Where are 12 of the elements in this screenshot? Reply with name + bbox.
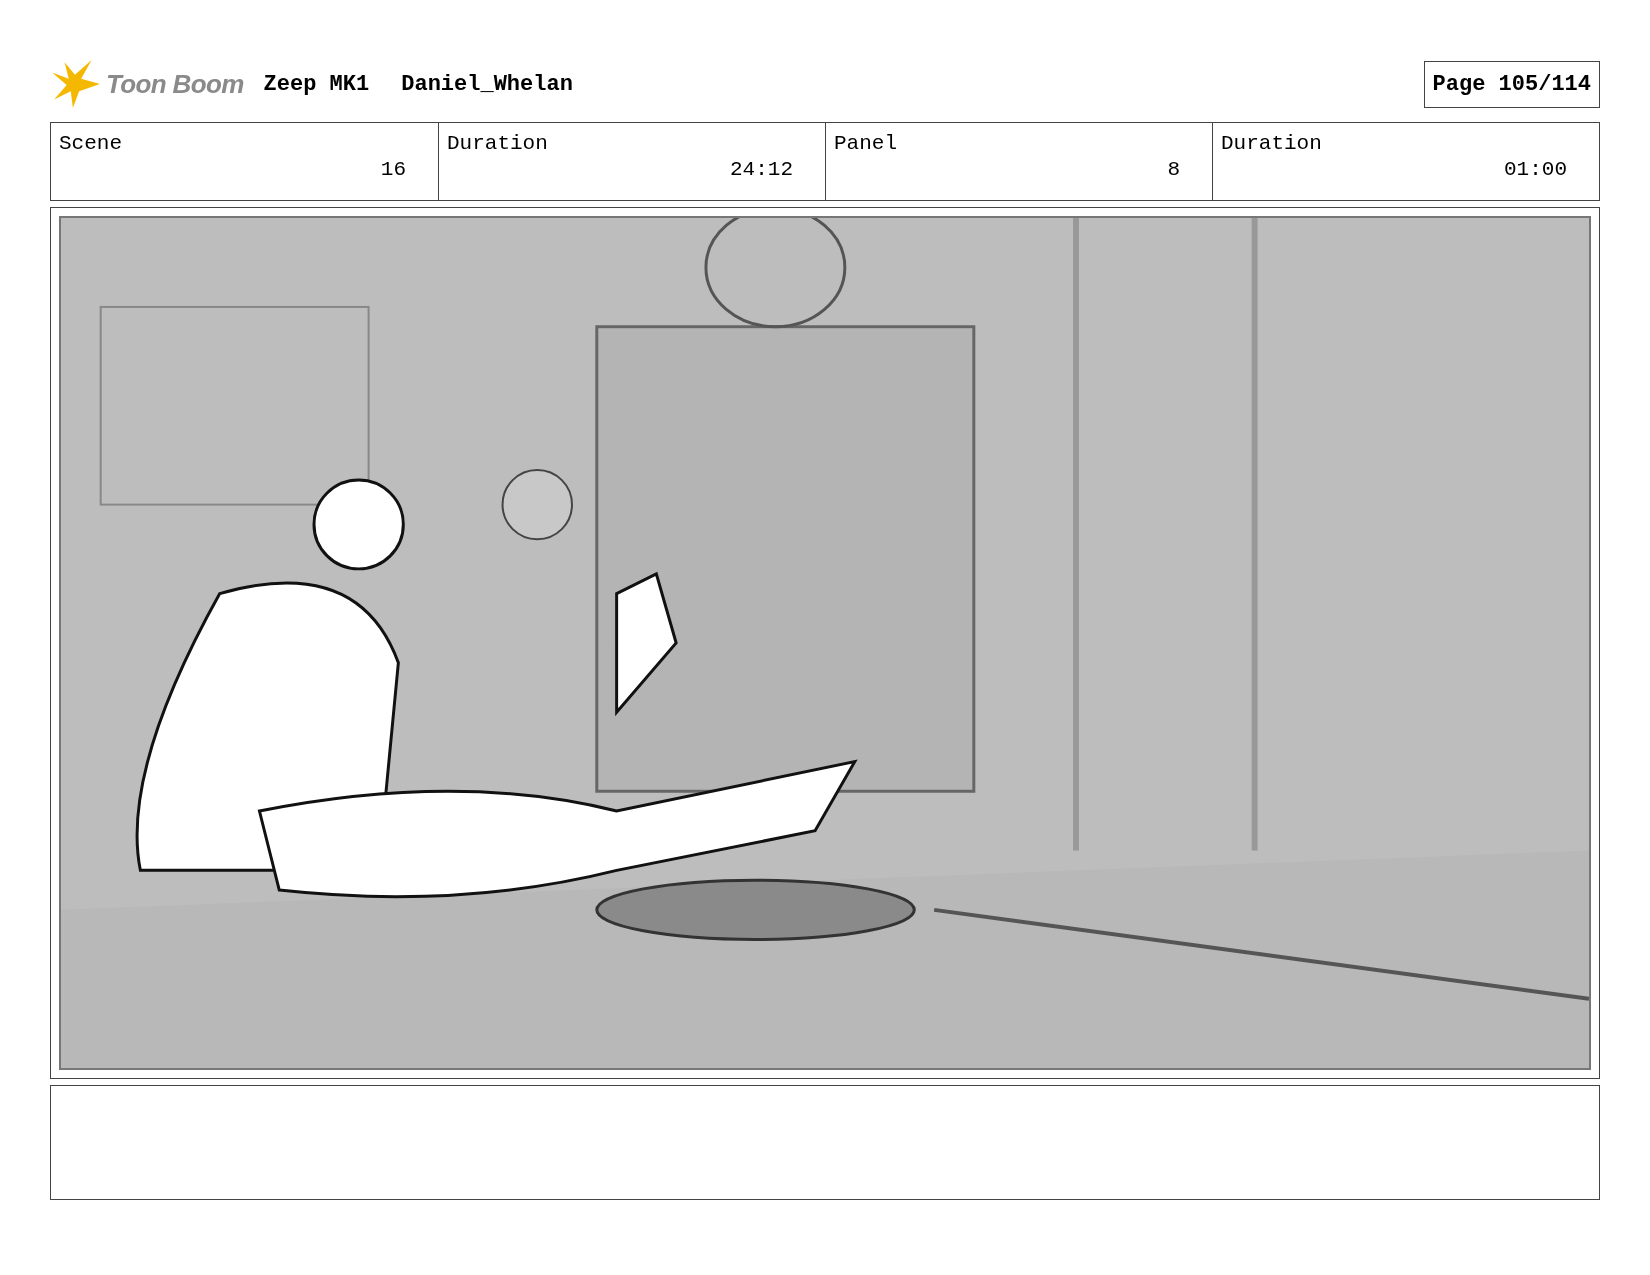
field-value: 8 [1167, 157, 1180, 184]
artist-name: Daniel_Whelan [401, 70, 573, 99]
field-value: 16 [380, 157, 406, 184]
field-value: 01:00 [1504, 157, 1567, 184]
field-label: Duration [1221, 131, 1322, 157]
field-label: Duration [447, 131, 548, 157]
field-label: Scene [59, 131, 122, 157]
field-value: 24:12 [730, 157, 793, 184]
project-title: Zeep MK1 [263, 70, 370, 99]
page-number: Page 105/114 [1423, 60, 1600, 108]
field-label: Panel [834, 131, 897, 157]
logo-text: Toon Boom [106, 67, 244, 101]
